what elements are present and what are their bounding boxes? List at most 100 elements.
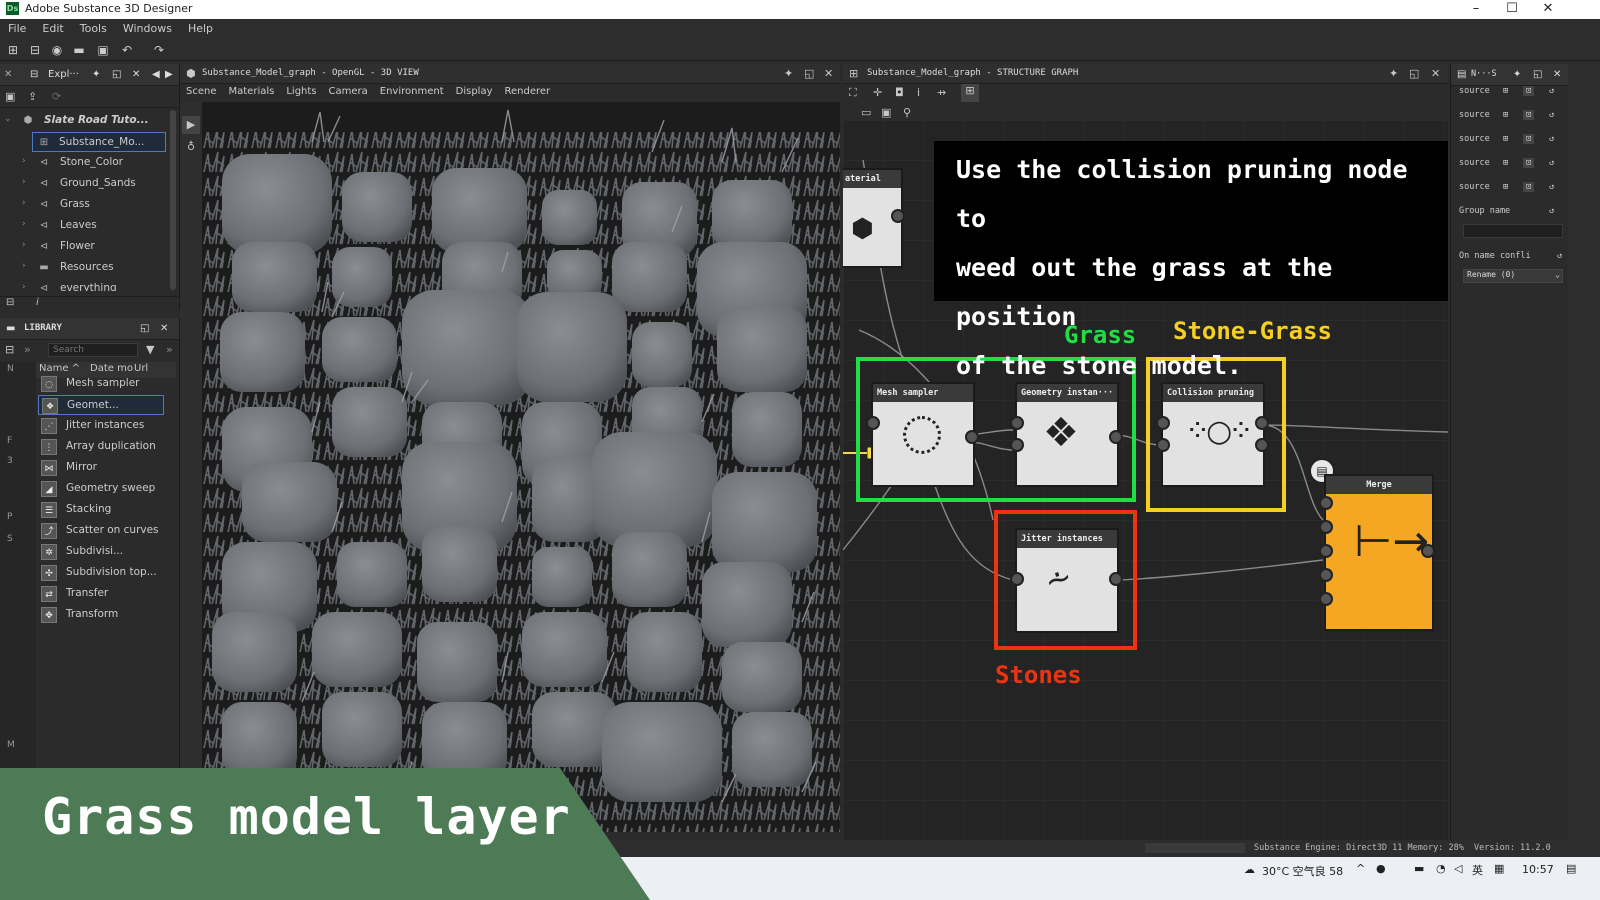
link-icon[interactable]: ⊡	[1523, 134, 1535, 144]
close-tab-icon[interactable]: ✕	[1431, 67, 1440, 80]
category-letter[interactable]: S	[7, 534, 13, 544]
open-folder-icon[interactable]: ▬	[72, 43, 86, 57]
node-input-pin[interactable]	[1319, 520, 1333, 534]
node-merge[interactable]: Merge ⊢→	[1324, 474, 1434, 631]
library-item-mirror[interactable]: ⋈ Mirror	[38, 458, 168, 478]
float-icon[interactable]: ◱	[112, 69, 121, 80]
globe-icon[interactable]: ◉	[50, 43, 64, 57]
tree-item-resources[interactable]: › ▬ Resources	[0, 258, 170, 278]
chevron-down-icon[interactable]: ⌄	[4, 114, 12, 124]
library-item-geometry-sweep[interactable]: ◢ Geometry sweep	[38, 479, 168, 499]
library-item-jitter-instances[interactable]: ⋰ Jitter instances	[38, 416, 168, 436]
column-name[interactable]: Name ^	[39, 363, 80, 374]
chevron-right-icon[interactable]: ›	[22, 282, 26, 291]
node-input-pin[interactable]	[1319, 592, 1333, 606]
chevron-right-icon[interactable]: ›	[22, 177, 26, 187]
export-icon[interactable]: ⇪	[28, 90, 37, 103]
next-tab-icon[interactable]: ▶	[165, 69, 173, 80]
category-letter[interactable]: 3	[7, 456, 13, 466]
node-output-pin[interactable]	[1421, 544, 1435, 558]
save-icon[interactable]: ▣	[96, 43, 110, 57]
menu-scene[interactable]: Scene	[180, 84, 223, 102]
menu-lights[interactable]: Lights	[280, 84, 322, 102]
tree-item-flower[interactable]: › ⊲ Flower	[0, 237, 170, 257]
new-graph-icon[interactable]: ⊞	[6, 43, 20, 57]
category-letter[interactable]: F	[7, 436, 12, 446]
node-jitter-instances[interactable]: Jitter instances ⩪	[1015, 528, 1119, 633]
library-item-transfer[interactable]: ⇄ Transfer	[38, 584, 168, 604]
info-icon[interactable]: i	[36, 297, 39, 308]
node-geometry-instancer[interactable]: Geometry instan··· ❖	[1015, 382, 1119, 487]
ime-indicator[interactable]: 英	[1472, 862, 1483, 878]
pin-node-icon[interactable]: ⚲	[903, 106, 911, 119]
reset-icon[interactable]: ↺	[1549, 206, 1554, 216]
pin-icon[interactable]: ✦	[92, 69, 100, 80]
column-url[interactable]: Url	[134, 363, 148, 374]
frame-selected-icon[interactable]: ✛	[873, 86, 882, 99]
comment-icon[interactable]: ▭	[861, 106, 871, 119]
reset-icon[interactable]: ↺	[1549, 182, 1554, 192]
layout-icon[interactable]: ⊞	[961, 84, 979, 102]
tree-item-ground-sands[interactable]: › ⊲ Ground_Sands	[0, 174, 170, 194]
link-icon[interactable]: ⇸	[937, 86, 946, 99]
close-tab-icon[interactable]: ✕	[132, 69, 140, 80]
wifi-icon[interactable]: ◔	[1436, 862, 1446, 875]
node-input-pin[interactable]	[1319, 544, 1333, 558]
node-input-pin[interactable]	[1156, 438, 1170, 452]
node-output-pin[interactable]	[1109, 572, 1123, 586]
add-icon[interactable]: ⊞	[1503, 182, 1508, 192]
node-output-pin[interactable]	[1255, 438, 1269, 452]
refresh-icon[interactable]: ⟳	[52, 90, 61, 103]
node-output-pin[interactable]	[891, 209, 905, 223]
reset-icon[interactable]: ↺	[1557, 251, 1562, 261]
frame-icon[interactable]: ▣	[881, 106, 891, 119]
library-item-transform[interactable]: ✥ Transform	[38, 605, 168, 625]
package-row[interactable]: ⌄ ⬢ Slate Road Tuto...	[0, 111, 170, 131]
prev-tab-icon[interactable]: ◀	[152, 69, 160, 80]
link-icon[interactable]: ⊡	[1523, 182, 1535, 192]
chevron-up-icon[interactable]: ^	[1356, 862, 1365, 875]
node-output-pin[interactable]	[1109, 430, 1123, 444]
undo-icon[interactable]: ↶	[120, 43, 134, 57]
node-output-pin[interactable]	[965, 430, 979, 444]
name-conflict-select[interactable]: Rename (0) ⌄	[1463, 269, 1563, 283]
chevron-right-icon[interactable]: ›	[22, 219, 26, 229]
tree-item-leaves[interactable]: › ⊲ Leaves	[0, 216, 170, 236]
node-input-pin[interactable]	[1010, 572, 1024, 586]
explorer-scrollbar[interactable]	[170, 110, 176, 290]
library-item-scatter-on-curves[interactable]: ⤴ Scatter on curves	[38, 521, 168, 541]
column-date[interactable]: Date mo	[90, 363, 133, 374]
float-icon[interactable]: ◱	[1409, 67, 1419, 80]
3d-scene-render[interactable]	[202, 102, 840, 832]
weather-status[interactable]: 30°C 空气良 58	[1262, 863, 1343, 879]
menu-renderer[interactable]: Renderer	[499, 84, 557, 102]
link-icon[interactable]: ⊡	[1523, 158, 1535, 168]
menu-windows[interactable]: Windows	[115, 19, 180, 39]
float-icon[interactable]: ◱	[804, 67, 814, 80]
add-icon[interactable]: ⊞	[1503, 134, 1508, 144]
reset-icon[interactable]: ↺	[1549, 134, 1554, 144]
chevron-right-icon[interactable]: ›	[22, 198, 26, 208]
close-tab-icon[interactable]: ✕	[160, 323, 168, 334]
camera-icon[interactable]: ▶	[182, 116, 200, 134]
node-input-pin[interactable]	[1319, 496, 1333, 510]
add-icon[interactable]: ⊞	[1503, 158, 1508, 168]
library-item-geometry-instancer[interactable]: ❖ Geomet...	[38, 395, 164, 415]
category-letter[interactable]: N	[7, 364, 14, 374]
add-icon[interactable]: ⊞	[1503, 86, 1508, 96]
properties-tab[interactable]: N···S	[1471, 69, 1497, 79]
pin-icon[interactable]: ✦	[1513, 69, 1521, 80]
node-output-pin[interactable]	[1255, 416, 1269, 430]
keyboard-icon[interactable]: ▬	[1414, 862, 1424, 875]
node-input-pin[interactable]	[1156, 416, 1170, 430]
volume-icon[interactable]: ◁	[1454, 862, 1462, 875]
menu-file[interactable]: File	[0, 19, 34, 39]
node-mesh-sampler[interactable]: Mesh sampler	[871, 382, 975, 487]
node-input-pin[interactable]	[1010, 416, 1024, 430]
pin-icon[interactable]: ✦	[1389, 67, 1398, 80]
category-letter[interactable]: M	[7, 740, 15, 750]
link-icon[interactable]: ⊡	[1523, 110, 1535, 120]
new-model-graph-icon[interactable]: ⊟	[28, 43, 42, 57]
save-package-icon[interactable]: ▣	[5, 90, 15, 103]
node-collision-pruning[interactable]: Collision pruning ⁘○⁘	[1161, 382, 1265, 487]
